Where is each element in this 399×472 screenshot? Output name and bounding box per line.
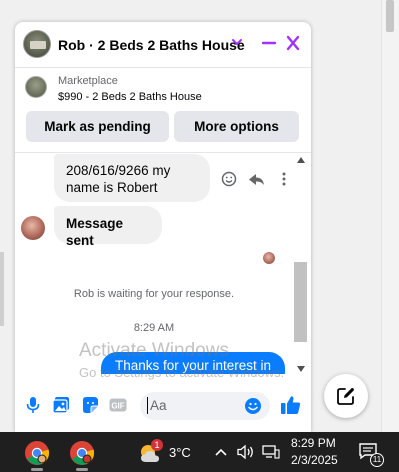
page-scrollbar[interactable] [381,0,399,432]
text-caret [147,397,148,414]
clock-time[interactable]: 8:29 PM [291,436,336,450]
scroll-up-arrow-icon[interactable] [297,157,305,163]
microphone-icon[interactable] [24,396,42,414]
chat-title[interactable]: Rob · 2 Beds 2 Baths House [58,37,245,53]
message-bubble[interactable]: Message sent [54,206,162,248]
reply-icon[interactable] [249,174,264,185]
waiting-status-text: Rob is waiting for your response. [73,288,235,300]
page-scrollbar-thumb[interactable] [386,0,394,32]
temperature-text[interactable]: 3°C [169,445,191,460]
emoji-icon[interactable] [244,397,262,415]
sticker-icon[interactable] [81,396,99,414]
seen-indicator-avatar [263,252,275,264]
new-message-button[interactable] [324,374,368,418]
marketplace-label: Marketplace [58,75,118,87]
message-input-placeholder: Aa [150,398,167,413]
message-actions [221,171,286,187]
activation-watermark-title: Activate Windows [79,340,229,361]
message-scrollbar-thumb[interactable] [294,262,307,342]
windows-taskbar: 1 3°C 8:29 PM 2/3/2025 11 [0,432,399,472]
activation-watermark-subtitle: Go to Settings to activate Windows. [79,365,285,380]
marketplace-panel: Marketplace $990 - 2 Beds 2 Baths House … [15,69,311,153]
message-bubble[interactable]: 208/616/9266 my name is Robert [54,154,210,202]
svg-text:GIF: GIF [111,402,124,411]
message-composer: GIF Aa [15,374,311,432]
chevron-down-icon[interactable] [230,35,244,49]
scroll-down-arrow-icon[interactable] [297,366,305,372]
listing-thumbnail[interactable] [25,76,47,98]
close-icon[interactable] [285,34,301,52]
background-divider [0,252,4,326]
listing-price-title[interactable]: $990 - 2 Beds 2 Baths House [58,91,202,103]
message-timestamp: 8:29 AM [133,322,175,334]
listing-avatar[interactable] [23,30,51,58]
speaker-icon[interactable] [236,444,256,460]
weather-alert-badge: 1 [151,439,163,451]
message-input[interactable]: Aa [140,392,270,420]
active-app-indicator [76,468,88,471]
chrome-icon[interactable] [24,440,50,466]
active-app-indicator [31,468,43,471]
more-vertical-icon[interactable] [282,172,286,186]
sender-avatar[interactable] [21,216,45,240]
network-icon[interactable] [262,444,280,460]
emoji-react-icon[interactable] [221,171,237,187]
more-options-button[interactable]: More options [174,111,299,142]
message-scrollbar[interactable] [294,154,308,374]
gif-icon[interactable]: GIF [109,396,127,414]
clock-date[interactable]: 2/3/2025 [291,453,338,467]
thumbs-up-icon[interactable] [280,394,302,416]
notification-count-badge: 11 [370,453,384,467]
mark-pending-button[interactable]: Mark as pending [26,111,169,142]
chrome-profile-icon[interactable] [69,440,95,466]
compose-icon [337,387,355,405]
chat-header[interactable]: Rob · 2 Beds 2 Baths House [15,22,311,68]
photo-icon[interactable] [52,396,70,414]
minimize-icon[interactable] [261,34,277,52]
chevron-up-icon[interactable] [213,444,229,460]
